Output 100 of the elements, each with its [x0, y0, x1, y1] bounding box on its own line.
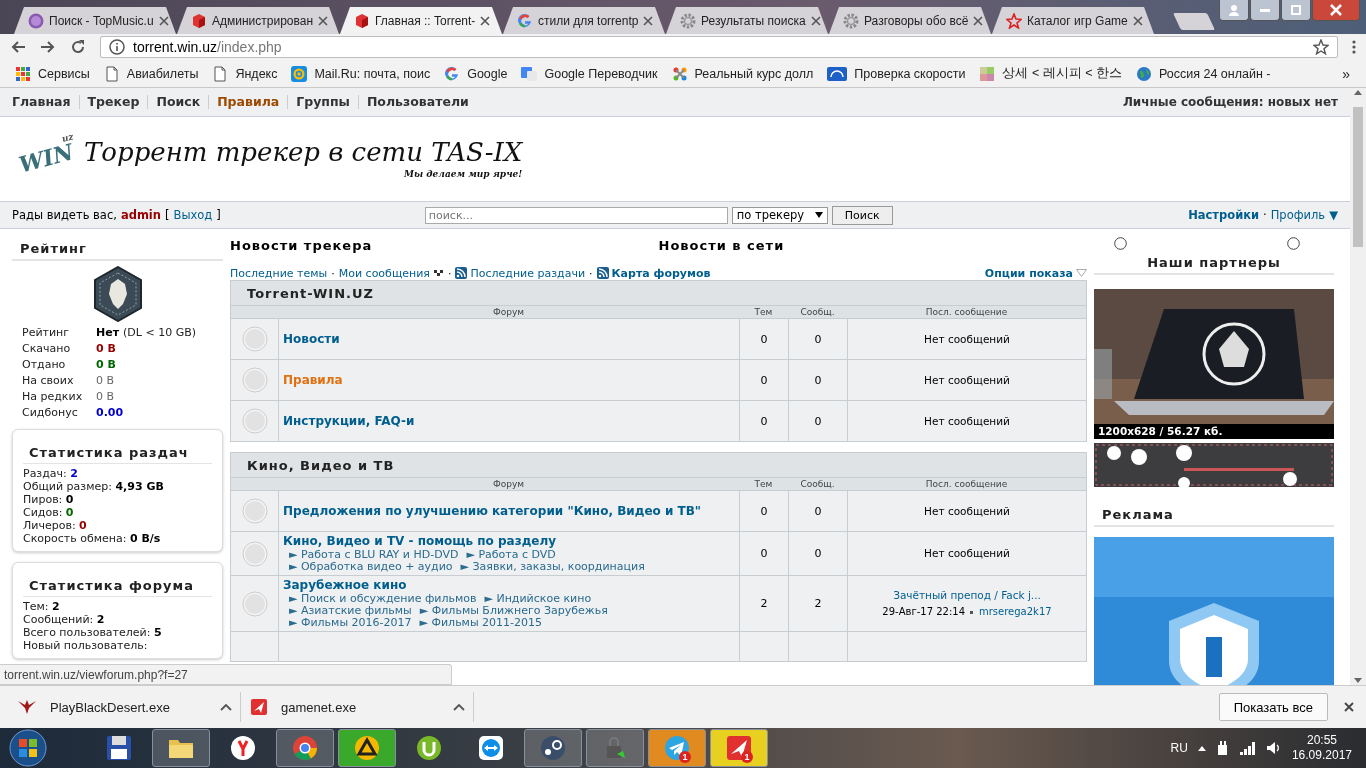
- start-button-icon[interactable]: [9, 729, 47, 767]
- author-link[interactable]: mrserega2k17: [979, 605, 1052, 618]
- settings-link[interactable]: Настройки: [1188, 208, 1260, 222]
- volume-icon[interactable]: [1265, 741, 1282, 755]
- taskbar-app[interactable]: 1: [710, 729, 768, 767]
- close-icon[interactable]: [1344, 702, 1354, 712]
- close-icon[interactable]: [1132, 15, 1143, 26]
- nav-link[interactable]: Поиск: [147, 95, 209, 109]
- chevron-up-icon[interactable]: [220, 703, 232, 711]
- subforum-link[interactable]: ► Работа с BLU RAY и HD-DVD: [289, 549, 459, 561]
- site-logo[interactable]: WIN uz: [7, 119, 85, 197]
- browser-tab[interactable]: Каталог игр Game: [992, 7, 1154, 34]
- separator-dot: ·: [589, 266, 593, 280]
- globe-icon: [1136, 65, 1152, 82]
- scrollbar[interactable]: [1350, 88, 1366, 685]
- close-icon[interactable]: [480, 15, 491, 26]
- close-icon[interactable]: [973, 15, 984, 26]
- browser-tab[interactable]: стили для torrentp: [503, 7, 665, 34]
- logout-link[interactable]: Выход: [173, 208, 213, 222]
- close-icon[interactable]: [643, 15, 654, 26]
- subforum-link[interactable]: ► Работа с DVD: [466, 549, 556, 561]
- last-post-link[interactable]: Зачётный препод / Fack j...: [893, 589, 1041, 602]
- nav-link[interactable]: Группы: [287, 95, 358, 109]
- forum-link[interactable]: Кино, Видео и TV - помощь по разделу: [283, 534, 557, 549]
- scrollbar-thumb[interactable]: [1353, 106, 1363, 247]
- caret-icon[interactable]: ▼: [1329, 208, 1338, 222]
- forward-icon[interactable]: [40, 39, 56, 55]
- subforum-link[interactable]: ► Поиск и обсуждение фильмов: [289, 593, 477, 605]
- download-item[interactable]: gamenet.exe: [241, 692, 474, 722]
- bookmark[interactable]: Google: [439, 63, 513, 84]
- language-indicator[interactable]: RU: [1170, 741, 1188, 755]
- minimize-button[interactable]: [1250, 0, 1280, 21]
- new-tab-button[interactable]: [1173, 13, 1215, 30]
- address-bar[interactable]: torrent.win.uz/index.php: [100, 36, 1338, 58]
- subforum-link[interactable]: ► Заявки, заказы, координация: [460, 561, 645, 573]
- power-icon[interactable]: [1215, 740, 1230, 756]
- bookmark[interactable]: Реальный курс долл: [666, 63, 819, 84]
- quick-link[interactable]: Последние темы: [230, 266, 328, 280]
- quick-link[interactable]: Мои сообщения: [338, 266, 430, 280]
- browser-tab[interactable]: Администрирован: [177, 7, 339, 34]
- bookmark[interactable]: Проверка скорости: [822, 64, 971, 83]
- nav-link[interactable]: Правила: [208, 95, 288, 109]
- forum-link[interactable]: Новости: [283, 331, 340, 347]
- clock[interactable]: 20:55 16.09.2017: [1291, 733, 1352, 763]
- maximize-button[interactable]: [1281, 0, 1311, 21]
- quick-link[interactable]: Последние раздачи: [455, 266, 586, 280]
- bookmark[interactable]: Mail.Ru: почта, поис: [286, 63, 436, 84]
- quick-link[interactable]: Карта форумов: [596, 266, 711, 280]
- forum-link[interactable]: Предложения по улучшению категории "Кино, Видео и ТВ": [283, 503, 702, 519]
- subforum-link[interactable]: ► Фильмы 2016-2017: [289, 617, 412, 629]
- search-field[interactable]: поиск...: [424, 206, 728, 224]
- info-icon[interactable]: [109, 39, 125, 55]
- reload-icon[interactable]: [70, 39, 86, 55]
- close-icon[interactable]: [158, 15, 169, 26]
- bookmark[interactable]: Россия 24 онлайн -: [1131, 63, 1276, 84]
- profile-link[interactable]: Профиль: [1270, 208, 1326, 222]
- close-button[interactable]: [1312, 0, 1360, 21]
- subforum-link[interactable]: ► Индийское кино: [484, 593, 592, 605]
- category-title[interactable]: Torrent-WIN.UZ: [231, 281, 1086, 305]
- nav-link[interactable]: Пользователи: [357, 95, 477, 109]
- bookmark[interactable]: Google Переводчик: [516, 63, 663, 84]
- browser-tab[interactable]: Результаты поиска: [666, 7, 828, 34]
- radio-icon[interactable]: [1287, 237, 1300, 250]
- back-icon[interactable]: [10, 39, 26, 55]
- show-all-button[interactable]: Показать все: [1218, 693, 1328, 721]
- bookmark[interactable]: 상세 < 레시피 < 한스: [974, 63, 1127, 84]
- private-messages-link[interactable]: Личные сообщения: новых нет: [1122, 95, 1338, 109]
- close-icon[interactable]: [318, 15, 329, 26]
- search-button[interactable]: Поиск: [831, 205, 893, 225]
- subforum-link[interactable]: ► Фильмы Ближнего Зарубежья: [419, 605, 608, 617]
- tray-expand-icon[interactable]: [1197, 745, 1206, 751]
- bookmark[interactable]: Яндекс: [207, 63, 283, 84]
- radio-icon[interactable]: [1114, 237, 1127, 250]
- forum-link[interactable]: Инструкции, FAQ-и: [283, 413, 415, 429]
- subforum-link[interactable]: ► Обработка видео + аудио: [289, 561, 453, 573]
- taskbar-app[interactable]: [524, 729, 582, 767]
- subforum-link[interactable]: ► Фильмы 2011-2015: [419, 617, 543, 629]
- menu-icon[interactable]: [1352, 39, 1356, 55]
- more-bookmarks-button[interactable]: »: [1336, 65, 1356, 82]
- taskbar-app[interactable]: [338, 729, 396, 767]
- nav-link[interactable]: Главная: [12, 95, 79, 109]
- display-options-link[interactable]: Опции показа: [984, 266, 1087, 280]
- forum-link[interactable]: Зарубежное кино: [283, 578, 407, 593]
- user-button[interactable]: [1219, 0, 1249, 21]
- taskbar-app[interactable]: 1: [648, 729, 706, 767]
- bookmark[interactable]: Авиабилеты: [98, 63, 204, 84]
- nav-link[interactable]: Трекер: [78, 95, 148, 109]
- bookmark-star-icon[interactable]: [1313, 39, 1329, 55]
- signal-icon[interactable]: [1239, 741, 1256, 755]
- download-item[interactable]: PlayBlackDesert.exe: [8, 692, 241, 722]
- close-icon[interactable]: [810, 15, 821, 26]
- browser-tab[interactable]: Разговоры обо всё: [829, 7, 991, 34]
- column-header: Форум: [278, 477, 739, 490]
- category-title[interactable]: Кино, Видео и ТВ: [231, 453, 1086, 477]
- search-scope-dropdown[interactable]: по трекеру: [731, 206, 828, 224]
- browser-tab[interactable]: Поиск - TopMusic.u: [14, 7, 176, 34]
- browser-tab[interactable]: Главная :: Torrent-: [340, 7, 502, 34]
- bookmark[interactable]: Сервисы: [10, 63, 95, 84]
- chevron-up-icon[interactable]: [453, 703, 465, 711]
- subforum-link[interactable]: ► Азиатские фильмы: [289, 605, 412, 617]
